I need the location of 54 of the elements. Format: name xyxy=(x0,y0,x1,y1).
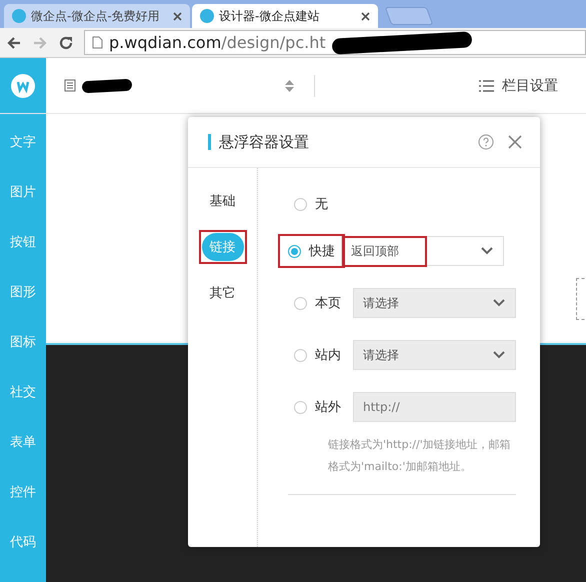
option-label: 快捷 xyxy=(309,243,335,260)
back-icon[interactable] xyxy=(6,34,22,50)
tab-title: 设计器-微企点建站 xyxy=(219,8,320,24)
close-icon[interactable] xyxy=(173,12,182,20)
dropdown-value: 请选择 xyxy=(363,296,399,310)
new-tab-button[interactable] xyxy=(384,7,434,25)
sidebar-item[interactable]: 图标 xyxy=(0,334,46,352)
option-label: 站内 xyxy=(315,347,341,364)
address-field[interactable]: p.wqdian.com/design/pc.ht xyxy=(84,30,586,55)
favicon-icon xyxy=(12,9,26,23)
sort-arrows-icon xyxy=(285,80,294,92)
browser-tab[interactable]: 微企点-微企点-免费好用 xyxy=(4,4,190,28)
document-icon xyxy=(64,79,76,92)
sidebar-item[interactable]: 代码 xyxy=(0,534,46,552)
selection-frame xyxy=(576,278,586,320)
chevron-down-icon xyxy=(481,247,493,255)
radio-button[interactable] xyxy=(288,244,301,258)
reload-icon[interactable] xyxy=(58,34,74,50)
option-label: 无 xyxy=(315,196,328,213)
chevron-down-icon xyxy=(493,299,505,307)
sidebar-item[interactable]: 图形 xyxy=(0,284,46,302)
browser-tab[interactable]: 设计器-微企点建站 xyxy=(192,4,378,28)
sidebar-item[interactable]: 图片 xyxy=(0,184,46,202)
dropdown-value: 请选择 xyxy=(363,348,399,362)
list-icon xyxy=(479,80,494,92)
favicon-icon xyxy=(200,9,214,23)
forward-icon[interactable] xyxy=(32,34,48,50)
radio-button[interactable] xyxy=(294,198,307,210)
logo-icon xyxy=(10,72,36,98)
dropdown-value: 返回顶部 xyxy=(351,244,399,258)
dialog-tab[interactable]: 其它 xyxy=(202,279,244,307)
link-dropdown[interactable]: 返回顶部 xyxy=(341,236,504,266)
sidebar-item[interactable]: 文字 xyxy=(0,134,46,152)
dialog-tab[interactable]: 链接 xyxy=(202,233,244,261)
close-icon[interactable] xyxy=(508,135,522,149)
page-icon xyxy=(92,36,103,49)
chevron-down-icon xyxy=(493,351,505,359)
option-label: 站外 xyxy=(315,399,341,416)
sidebar-item[interactable]: 按钮 xyxy=(0,234,46,252)
close-icon[interactable] xyxy=(361,12,370,20)
url-text: p.wqdian.com/design/pc.ht xyxy=(109,33,326,52)
sidebar-item[interactable]: 控件 xyxy=(0,484,46,502)
page-selector[interactable] xyxy=(64,79,294,92)
option-label: 本页 xyxy=(315,295,341,312)
sidebar-item[interactable]: 表单 xyxy=(0,434,46,452)
help-icon[interactable] xyxy=(478,134,494,150)
redaction-mark xyxy=(82,78,132,93)
hint-text: 链接格式为'http://'加链接地址，邮箱格式为'mailto:'加邮箱地址。 xyxy=(327,437,512,475)
tab-title: 微企点-微企点-免费好用 xyxy=(31,8,161,24)
column-settings-button[interactable]: 栏目设置 xyxy=(479,76,558,94)
dialog-tab[interactable]: 基础 xyxy=(202,187,244,215)
dialog-title: 悬浮容器设置 xyxy=(208,134,464,150)
sidebar-item[interactable]: 社交 xyxy=(0,384,46,402)
logo[interactable] xyxy=(0,58,46,113)
